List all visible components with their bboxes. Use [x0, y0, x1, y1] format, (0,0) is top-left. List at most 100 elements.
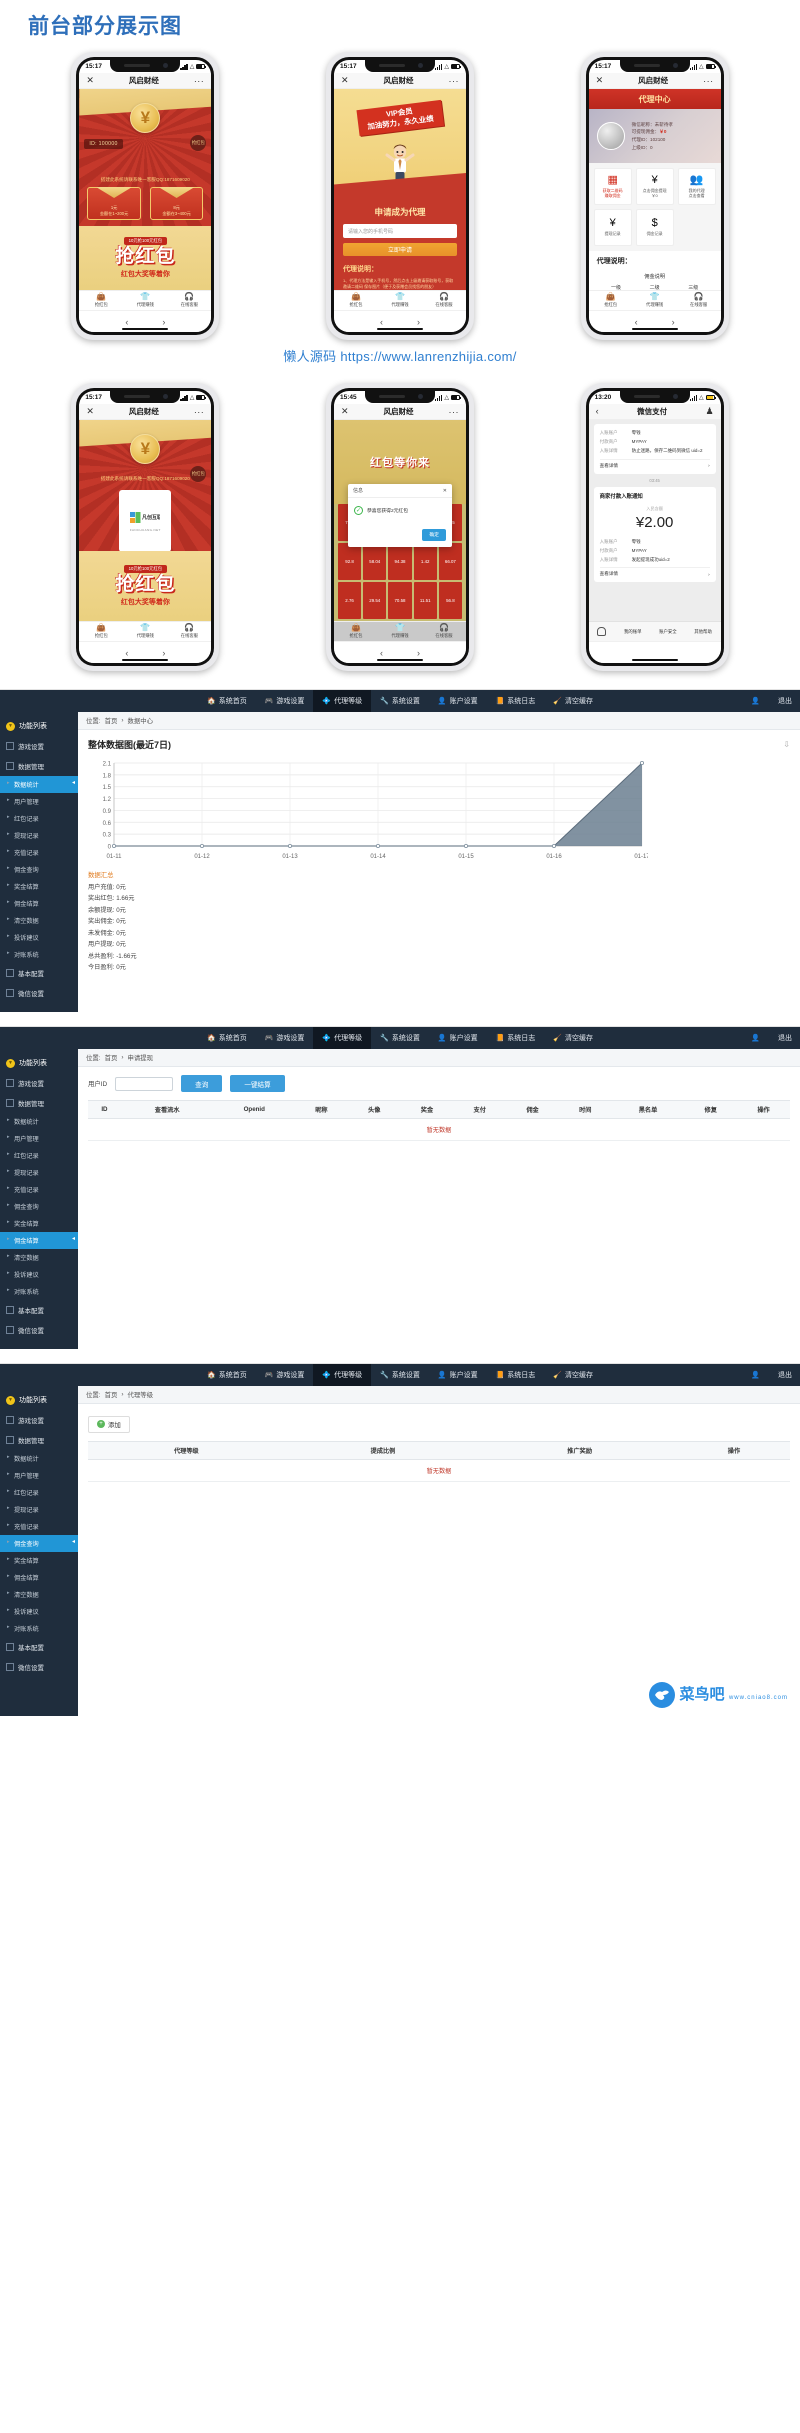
sidebar-item-redpacket-records[interactable]: 红包记录	[0, 1147, 78, 1164]
forward-chevron-icon[interactable]: ›	[672, 317, 675, 327]
phone-number-input[interactable]: 请输入您的手机号码	[342, 224, 457, 238]
sidebar-item-reconciliation[interactable]: 对账系统	[0, 946, 78, 963]
topnav-item-system-log[interactable]: 📙 系统日志	[487, 1027, 545, 1049]
topnav-item-home[interactable]: 🏠 系统首页	[198, 1027, 256, 1049]
grab-badge[interactable]: 抢红包	[190, 135, 207, 151]
topnav-item-agent-level[interactable]: 💠 代理等级	[313, 1027, 372, 1049]
tab-agent-earn[interactable]: 👕 代理赚钱	[378, 293, 422, 308]
user-id-input[interactable]	[115, 1076, 174, 1091]
prize-cell[interactable]: 29.54	[363, 582, 387, 619]
sidebar-item-clear-data[interactable]: 清空数据	[0, 1586, 78, 1603]
sidebar-group-basic-config[interactable]: 基本配置	[0, 963, 78, 983]
sidebar-item-complaints[interactable]: 投诉建议	[0, 1603, 78, 1620]
topnav-item-game-settings[interactable]: 🎮 游戏设置	[256, 1027, 314, 1049]
tab-online-service[interactable]: 🎧 在线客服	[422, 293, 466, 308]
close-icon[interactable]: ✕	[341, 76, 349, 85]
sidebar-group-game-settings[interactable]: 游戏设置	[0, 736, 78, 756]
sidebar-group-basic-config[interactable]: 基本配置	[0, 1637, 78, 1657]
topnav-item-clear-cache[interactable]: 🧹 清空缓存	[544, 690, 602, 712]
crumb-home[interactable]: 首页	[105, 1390, 118, 1399]
back-icon[interactable]: ‹	[596, 407, 599, 416]
sidebar-item-redpacket-records[interactable]: 红包记录	[0, 1484, 78, 1501]
sidebar-item-user-management[interactable]: 用户管理	[0, 1130, 78, 1147]
prize-cell[interactable]: 11.51	[413, 582, 437, 619]
sidebar-item-redpacket-records[interactable]: 红包记录	[0, 810, 78, 827]
tab-agent-earn[interactable]: 👕 代理赚钱	[123, 624, 167, 639]
prize-cell[interactable]: 92.8	[337, 543, 362, 580]
settle-all-button[interactable]: 一键结算	[230, 1075, 285, 1092]
sidebar-group-data-management[interactable]: 数据管理	[0, 756, 78, 776]
sidebar-item-commission-settlement[interactable]: 佣金结算	[0, 1232, 78, 1249]
view-detail-link-2[interactable]: 查看详情 ›	[599, 567, 710, 577]
sidebar-item-user-management[interactable]: 用户管理	[0, 1467, 78, 1484]
query-button[interactable]: 查询	[181, 1075, 223, 1092]
sidebar-group-wechat-settings[interactable]: 微信设置	[0, 983, 78, 1003]
topnav-item-system-log[interactable]: 📙 系统日志	[487, 1364, 545, 1386]
tab-grab-redpacket[interactable]: 👜 抢红包	[79, 293, 123, 308]
confirm-button[interactable]: 确定	[422, 528, 446, 541]
sidebar-item-clear-data[interactable]: 清空数据	[0, 1249, 78, 1266]
topnav-item-clear-cache[interactable]: 🧹 清空缓存	[544, 1027, 602, 1049]
sidebar-group-data-management[interactable]: 数据管理	[0, 1430, 78, 1450]
prize-cell[interactable]: 94.38	[388, 543, 412, 580]
sidebar-item-commission-query[interactable]: 佣金查询	[0, 861, 78, 878]
topnav-item-account-settings[interactable]: 👤 账户设置	[429, 1027, 487, 1049]
redpacket-card[interactable]: 1元 金额在1~200元	[87, 187, 141, 220]
commission-withdraw-button[interactable]: ¥ 点击佣金提现 ￥0	[635, 168, 674, 205]
back-chevron-icon[interactable]: ‹	[125, 317, 128, 327]
topnav-item-game-settings[interactable]: 🎮 游戏设置	[256, 1364, 314, 1386]
more-icon[interactable]: ···	[194, 407, 205, 417]
tab-online-service[interactable]: 🎧 在线客服	[422, 624, 466, 639]
sidebar-group-basic-config[interactable]: 基本配置	[0, 1300, 78, 1320]
sidebar-group-data-management[interactable]: 数据管理	[0, 1093, 78, 1113]
my-agents-button[interactable]: 👥 我的代理 点击查看	[677, 168, 716, 205]
sidebar-item-withdraw-records[interactable]: 提现记录	[0, 1164, 78, 1181]
forward-chevron-icon[interactable]: ›	[417, 317, 420, 327]
topnav-item-system-settings[interactable]: 🔧 系统设置	[371, 690, 429, 712]
sidebar-item-recharge-records[interactable]: 充值记录	[0, 1518, 78, 1535]
topnav-item-system-log[interactable]: 📙 系统日志	[487, 690, 545, 712]
sidebar-item-reconciliation[interactable]: 对账系统	[0, 1620, 78, 1637]
close-icon[interactable]: ✕	[86, 76, 94, 85]
logout-button[interactable]: 退出	[778, 1033, 792, 1043]
sidebar-item-user-management[interactable]: 用户管理	[0, 793, 78, 810]
tab-account-security[interactable]: 账户安全	[659, 629, 677, 635]
crumb-home[interactable]: 首页	[105, 1053, 118, 1062]
tab-online-service[interactable]: 🎧 在线客服	[677, 293, 721, 308]
tab-grab-redpacket[interactable]: 👜 抢红包	[334, 624, 378, 639]
topnav-item-home[interactable]: 🏠 系统首页	[198, 690, 256, 712]
crumb-home[interactable]: 首页	[105, 716, 118, 725]
sidebar-item-data-stats[interactable]: 数据统计	[0, 1113, 78, 1130]
sidebar-item-recharge-records[interactable]: 充值记录	[0, 1181, 78, 1198]
sidebar-item-bonus-settlement[interactable]: 奖金结算	[0, 1215, 78, 1232]
withdraw-records-button[interactable]: ¥ 提现记录	[593, 209, 632, 246]
sidebar-item-data-stats[interactable]: 数据统计	[0, 1450, 78, 1467]
forward-chevron-icon[interactable]: ›	[162, 648, 165, 658]
tab-agent-earn[interactable]: 👕 代理赚钱	[378, 624, 422, 639]
back-chevron-icon[interactable]: ‹	[380, 648, 383, 658]
more-icon[interactable]: ···	[448, 76, 459, 86]
close-icon[interactable]: ✕	[341, 407, 349, 416]
contact-icon[interactable]: ♟	[706, 407, 714, 416]
tab-grab-redpacket[interactable]: 👜 抢红包	[589, 293, 633, 308]
download-icon[interactable]: ⇩	[783, 740, 790, 749]
more-icon[interactable]: ···	[703, 76, 714, 86]
topnav-item-agent-level[interactable]: 💠 代理等级	[313, 690, 372, 712]
back-chevron-icon[interactable]: ‹	[380, 317, 383, 327]
back-chevron-icon[interactable]: ‹	[125, 648, 128, 658]
tab-grab-redpacket[interactable]: 👜 抢红包	[79, 624, 123, 639]
close-icon[interactable]: ✕	[443, 488, 447, 494]
prize-cell[interactable]: 2.76	[337, 582, 362, 619]
topnav-item-home[interactable]: 🏠 系统首页	[198, 1364, 256, 1386]
forward-chevron-icon[interactable]: ›	[417, 648, 420, 658]
sidebar-item-data-stats[interactable]: 数据统计	[0, 776, 78, 793]
sidebar-group-game-settings[interactable]: 游戏设置	[0, 1410, 78, 1430]
more-icon[interactable]: ···	[194, 76, 205, 86]
sidebar-item-commission-settlement[interactable]: 佣金结算	[0, 1569, 78, 1586]
sidebar-item-complaints[interactable]: 投诉建议	[0, 929, 78, 946]
tab-online-service[interactable]: 🎧 在线客服	[167, 293, 211, 308]
sidebar-item-commission-settlement[interactable]: 佣金结算	[0, 895, 78, 912]
view-detail-link-1[interactable]: 查看详情 ›	[599, 458, 710, 469]
topnav-item-game-settings[interactable]: 🎮 游戏设置	[256, 690, 314, 712]
tab-my-bills[interactable]: 我的账单	[624, 629, 642, 635]
